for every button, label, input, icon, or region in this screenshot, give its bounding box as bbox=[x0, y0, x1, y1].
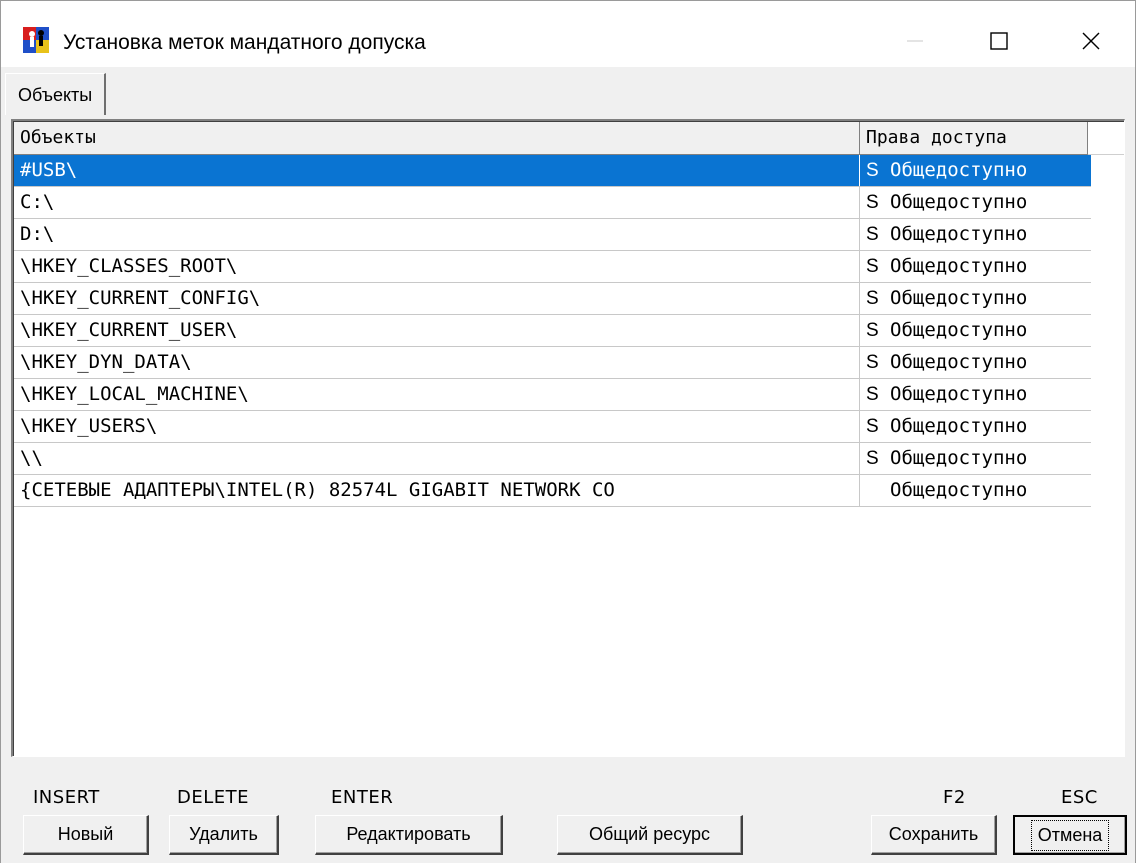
table-row[interactable]: \HKEY_DYN_DATA\ S Общедоступно bbox=[14, 347, 1091, 379]
rights-cell: Общедоступно bbox=[890, 383, 1028, 405]
minimize-icon bbox=[907, 40, 923, 42]
rights-cell: Общедоступно bbox=[890, 191, 1028, 213]
rights-cell: Общедоступно bbox=[890, 223, 1028, 245]
flag-cell: S bbox=[866, 256, 879, 277]
flag-cell: S bbox=[866, 320, 879, 341]
object-cell: D:\ bbox=[14, 219, 860, 250]
object-cell: {СЕТЕВЫЕ АДАПТЕРЫ\INTEL(R) 82574L GIGABI… bbox=[14, 475, 860, 506]
table-row[interactable]: \\ S Общедоступно bbox=[14, 443, 1091, 475]
objects-grid[interactable]: Объекты Права доступа #USB\ S Общедоступ… bbox=[11, 119, 1125, 757]
object-cell: \\ bbox=[14, 443, 860, 474]
flag-cell: S bbox=[866, 192, 879, 213]
flag-cell: S bbox=[866, 352, 879, 373]
rights-cell: Общедоступно bbox=[890, 479, 1028, 501]
object-cell: \HKEY_USERS\ bbox=[14, 411, 860, 442]
insert-key-label: INSERT bbox=[33, 787, 100, 808]
table-row[interactable]: {СЕТЕВЫЕ АДАПТЕРЫ\INTEL(R) 82574L GIGABI… bbox=[14, 475, 1091, 507]
delete-key-label: DELETE bbox=[177, 787, 250, 808]
rights-cell: Общедоступно bbox=[890, 159, 1028, 181]
button-panel: INSERT DELETE ENTER F2 ESC Новый Удалить… bbox=[1, 761, 1135, 863]
maximize-icon bbox=[990, 32, 1008, 50]
object-cell: \HKEY_DYN_DATA\ bbox=[14, 347, 860, 378]
rights-cell: Общедоступно bbox=[890, 447, 1028, 469]
cancel-button[interactable]: Отмена bbox=[1013, 815, 1127, 855]
object-cell: #USB\ bbox=[14, 155, 860, 186]
table-row[interactable]: \HKEY_USERS\ S Общедоступно bbox=[14, 411, 1091, 443]
cancel-button-label: Отмена bbox=[1030, 819, 1110, 851]
object-cell: \HKEY_LOCAL_MACHINE\ bbox=[14, 379, 860, 410]
object-cell: \HKEY_CURRENT_USER\ bbox=[14, 315, 860, 346]
close-icon bbox=[1082, 32, 1100, 50]
minimize-button[interactable] bbox=[885, 19, 945, 63]
delete-button[interactable]: Удалить bbox=[169, 815, 279, 855]
table-row[interactable]: \HKEY_CURRENT_USER\ S Общедоступно bbox=[14, 315, 1091, 347]
table-row[interactable]: D:\ S Общедоступно bbox=[14, 219, 1091, 251]
object-cell: \HKEY_CURRENT_CONFIG\ bbox=[14, 283, 860, 314]
table-row[interactable]: C:\ S Общедоступно bbox=[14, 187, 1091, 219]
column-header-objects[interactable]: Объекты bbox=[14, 122, 860, 155]
flag-cell: S bbox=[866, 416, 879, 437]
esc-key-label: ESC bbox=[1061, 787, 1098, 808]
title-bar[interactable]: Установка меток мандатного допуска bbox=[1, 1, 1135, 67]
object-cell: C:\ bbox=[14, 187, 860, 218]
column-header-rights[interactable]: Права доступа bbox=[860, 122, 1088, 155]
shared-resource-button[interactable]: Общий ресурс bbox=[557, 815, 743, 855]
flag-cell: S bbox=[866, 288, 879, 309]
tab-objects[interactable]: Объекты bbox=[5, 73, 107, 115]
flag-cell: S bbox=[866, 384, 879, 405]
table-row[interactable]: #USB\ S Общедоступно bbox=[14, 155, 1091, 187]
mandatory-label-dialog: Установка меток мандатного допуска Объек… bbox=[0, 0, 1136, 863]
grid-rows: #USB\ S Общедоступно C:\ S Общедоступно … bbox=[14, 155, 1124, 507]
object-cell: \HKEY_CLASSES_ROOT\ bbox=[14, 251, 860, 282]
flag-cell: S bbox=[866, 160, 879, 181]
table-row[interactable]: \HKEY_CLASSES_ROOT\ S Общедоступно bbox=[14, 251, 1091, 283]
flag-cell: S bbox=[866, 224, 879, 245]
rights-cell: Общедоступно bbox=[890, 351, 1028, 373]
edit-button[interactable]: Редактировать bbox=[315, 815, 503, 855]
table-row[interactable]: \HKEY_CURRENT_CONFIG\ S Общедоступно bbox=[14, 283, 1091, 315]
new-button[interactable]: Новый bbox=[23, 815, 149, 855]
close-button[interactable] bbox=[1061, 19, 1121, 63]
app-icon bbox=[23, 27, 49, 53]
rights-cell: Общедоступно bbox=[890, 287, 1028, 309]
maximize-button[interactable] bbox=[969, 19, 1029, 63]
f2-key-label: F2 bbox=[943, 787, 966, 808]
header-filler bbox=[1088, 122, 1124, 155]
rights-cell: Общедоступно bbox=[890, 415, 1028, 437]
rights-cell: Общедоступно bbox=[890, 319, 1028, 341]
tab-bar: Объекты bbox=[1, 67, 1135, 117]
window-title: Установка меток мандатного допуска bbox=[63, 31, 426, 54]
enter-key-label: ENTER bbox=[331, 787, 394, 808]
rights-cell: Общедоступно bbox=[890, 255, 1028, 277]
save-button[interactable]: Сохранить bbox=[871, 815, 997, 855]
table-row[interactable]: \HKEY_LOCAL_MACHINE\ S Общедоступно bbox=[14, 379, 1091, 411]
flag-cell: S bbox=[866, 448, 879, 469]
